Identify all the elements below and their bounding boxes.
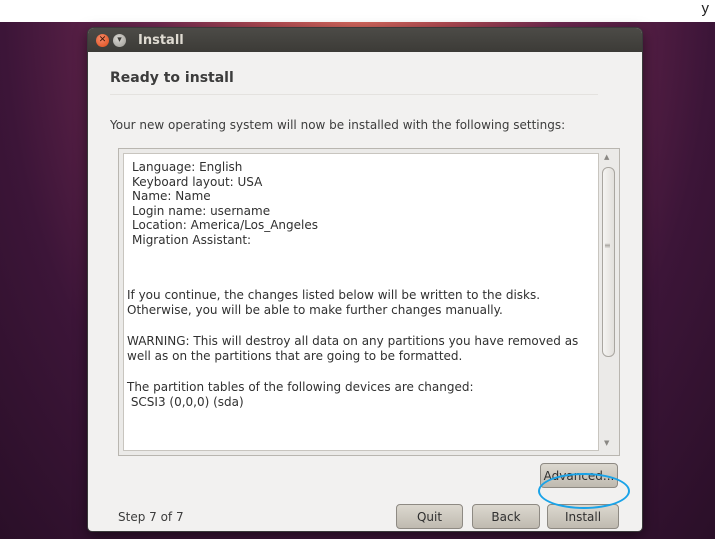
divider [110,94,598,95]
intro-text: Your new operating system will now be in… [110,118,566,132]
summary-text-area[interactable]: Language: English Keyboard layout: USA N… [123,153,599,451]
partition-tables-paragraph: The partition tables of the following de… [127,380,474,394]
window-title: Install [138,32,184,48]
setting-name: Name: Name [132,189,211,204]
scrollbar[interactable]: ▲ ≡ ▼ [601,153,615,449]
titlebar: ✕ ▾ Install [88,28,642,52]
setting-keyboard: Keyboard layout: USA [132,174,263,189]
cropped-text: y [701,0,710,17]
setting-location: Location: America/Los_Angeles [132,218,319,233]
install-window: ✕ ▾ Install Ready to install Your new op… [88,28,642,531]
settings-list: Language: English Keyboard layout: USA N… [132,160,318,248]
grip-icon: ≡ [604,241,611,250]
continue-paragraph: If you continue, the changes listed belo… [127,288,541,317]
dialog-content: Ready to install Your new operating syst… [88,52,642,531]
summary-frame: Language: English Keyboard layout: USA N… [118,148,620,456]
arrow-down-icon[interactable]: ▼ [604,439,609,447]
warning-paragraph: WARNING: This will destroy all data on a… [127,334,579,363]
scrollbar-thumb[interactable] [602,167,615,357]
top-strip: y [0,0,715,22]
setting-login: Login name: username [132,203,271,218]
device-line: SCSI3 (0,0,0) (sda) [127,395,244,409]
page-title: Ready to install [110,70,234,86]
quit-button[interactable]: Quit [396,504,463,529]
arrow-up-icon[interactable]: ▲ [604,153,609,161]
highlight-annotation [538,473,630,509]
setting-migration: Migration Assistant: [132,232,252,247]
minimize-icon[interactable]: ▾ [113,33,126,47]
setting-language: Language: English [132,160,243,174]
back-button[interactable]: Back [472,504,540,529]
close-icon[interactable]: ✕ [96,33,109,47]
step-indicator: Step 7 of 7 [118,510,184,524]
